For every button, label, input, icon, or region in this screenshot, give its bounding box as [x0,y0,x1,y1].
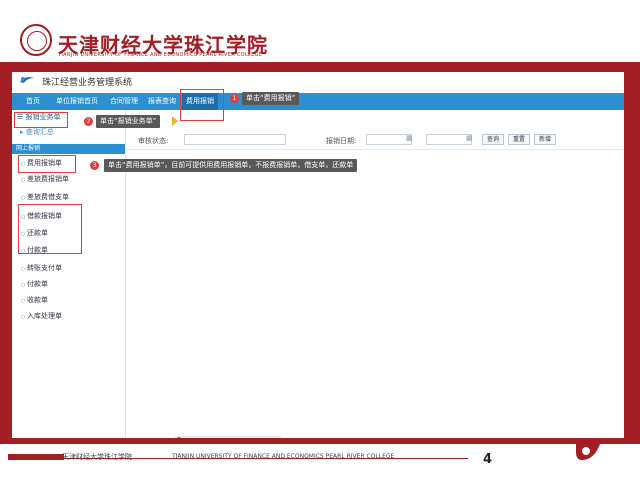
step-marker-3: 3 [90,161,99,170]
step-tooltip-2: 单击“报销业务单” [96,115,161,128]
sidebar-item-receipt[interactable]: 收款单 [21,294,48,307]
filter-label-status: 审核状态: [138,137,169,145]
filter-label-date: 报销日期: [326,137,357,145]
arrow-icon [172,116,178,126]
status-input[interactable] [184,134,286,145]
nav-item-home[interactable]: 首页 [26,93,40,110]
calendar-icon[interactable]: ▦ [406,134,413,142]
step-tooltip-1: 单击“费用报销” [242,92,300,105]
nav-item-report[interactable]: 报表查询 [148,93,176,110]
app-screenshot: 珠江经营业务管理系统 首页 单位报销首页 合同管理 报表查询 费用报销 ☰ 报销… [12,72,624,438]
nav-item-contract[interactable]: 合同管理 [110,93,138,110]
top-nav: 首页 单位报销首页 合同管理 报表查询 费用报销 [12,93,624,110]
corner-ornament-icon [576,440,600,460]
footer-school-en: TIANJIN UNIVERSITY OF FINANCE AND ECONOM… [172,453,395,460]
footer-accent-bar [8,454,64,460]
nav-item-unit-home[interactable]: 单位报销首页 [56,93,98,110]
sidebar-item-payment-2[interactable]: 付款单 [21,278,48,291]
step-tooltip-3: 单击“费用报销单”，目前可提供用费用报销单，不报费报销单，借支单，还款单 [104,159,358,172]
sidebar-category[interactable]: 网上报销 [12,144,125,154]
app-title: 珠江经营业务管理系统 [42,78,133,88]
add-button[interactable]: 新增 [534,134,556,145]
step-marker-1: 1 [230,94,239,103]
highlight-expense-nav [180,89,224,121]
filter-bar: 审核状态: 报销日期: ▦ ▦ 查询 重置 新增 [126,132,624,150]
step-marker-2: 2 [84,117,93,126]
reset-button[interactable]: 重置 [508,134,530,145]
sidebar-item-stock[interactable]: 入库处理单 [21,310,62,323]
sidebar-item-travel[interactable]: 差旅费报销单 [21,173,69,186]
school-name-en: TIANJIN UNIVERSITY OF FINANCE AND ECONOM… [58,52,263,58]
highlight-expense-form [18,155,76,173]
sidebar-item-transfer[interactable]: 转账支付单 [21,262,62,275]
school-seal-logo [20,24,52,56]
footer-school-cn: 天津财经大学珠江学院 [62,453,132,461]
page-number: 4 [483,452,493,467]
query-button[interactable]: 查询 [482,134,504,145]
sidebar-item-travel-loan[interactable]: 差旅费借支单 [21,191,69,204]
calendar-icon[interactable]: ▦ [466,134,473,142]
app-logo-icon [20,77,34,83]
status-chip [174,436,282,438]
highlight-loan-items [18,204,82,254]
highlight-sidebar-header [14,112,68,128]
